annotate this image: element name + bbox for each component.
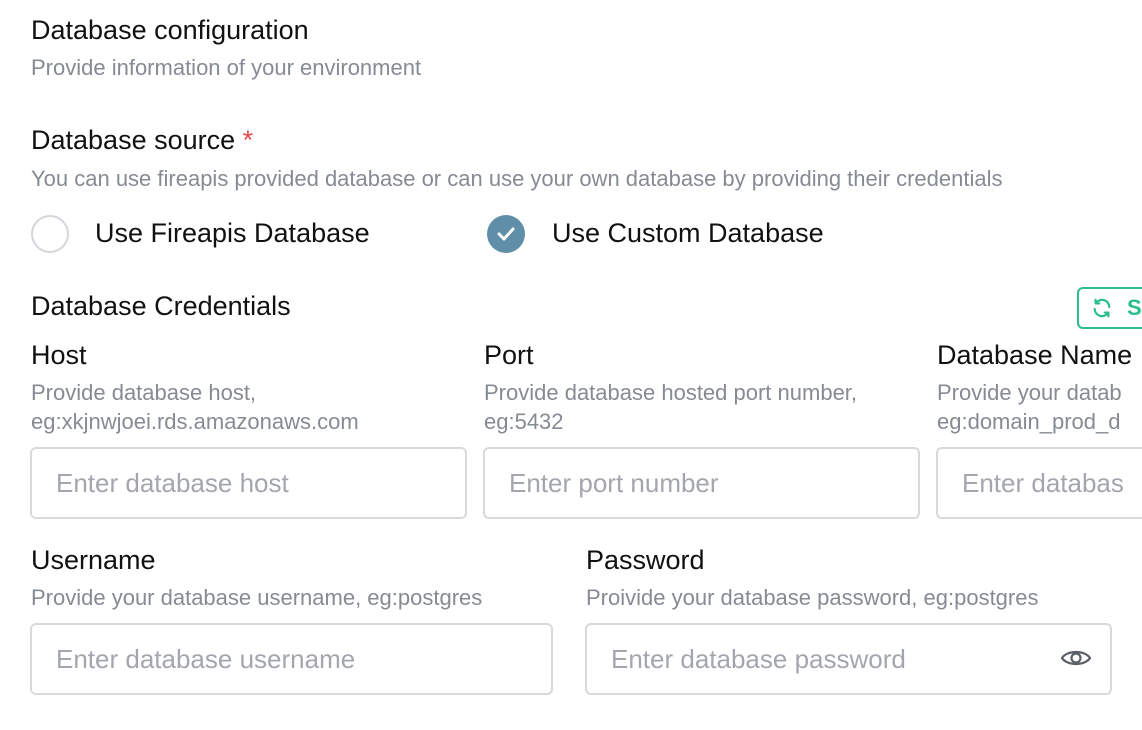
database-name-label: Database Name <box>937 340 1133 370</box>
port-help-line1: Provide database hosted port number, <box>484 380 858 405</box>
port-label: Port <box>484 340 534 370</box>
password-input[interactable] <box>585 623 1112 695</box>
host-input[interactable] <box>30 447 467 519</box>
sync-button[interactable]: S <box>1077 287 1142 329</box>
custom-database-radio[interactable] <box>487 215 525 253</box>
fireapis-database-option-label[interactable]: Use Fireapis Database <box>95 218 370 249</box>
port-help-line2: eg:5432 <box>484 409 564 434</box>
database-source-label: Database source * <box>31 125 253 156</box>
database-credentials-title: Database Credentials <box>31 291 291 321</box>
database-source-description: You can use fireapis provided database o… <box>31 166 1003 191</box>
check-icon <box>497 227 515 241</box>
username-label: Username <box>31 545 156 575</box>
port-input[interactable] <box>483 447 920 519</box>
database-config-page: Database configuration Provide informati… <box>0 0 1142 730</box>
host-label: Host <box>31 340 87 370</box>
refresh-icon <box>1093 298 1111 318</box>
page-subtitle: Provide information of your environment <box>31 55 422 80</box>
fireapis-database-radio[interactable] <box>31 215 69 253</box>
custom-database-option-label[interactable]: Use Custom Database <box>552 218 824 249</box>
username-help: Provide your database username, eg:postg… <box>31 585 483 610</box>
page-title: Database configuration <box>31 15 309 45</box>
database-name-input[interactable] <box>936 447 1142 519</box>
host-help-line1: Provide database host, <box>31 380 257 405</box>
database-source-label-text: Database source <box>31 125 236 155</box>
username-input[interactable] <box>30 623 553 695</box>
database-name-help-line2: eg:domain_prod_d <box>937 409 1121 434</box>
password-label: Password <box>586 545 705 575</box>
eye-icon[interactable] <box>1060 646 1092 670</box>
host-help-line2: eg:xkjnwjoei.rds.amazonaws.com <box>31 409 359 434</box>
sync-button-label: S <box>1127 295 1142 320</box>
required-asterisk: * <box>242 125 254 155</box>
database-name-help-line1: Provide your datab <box>937 380 1122 405</box>
password-help: Proivide your database password, eg:post… <box>586 585 1039 610</box>
